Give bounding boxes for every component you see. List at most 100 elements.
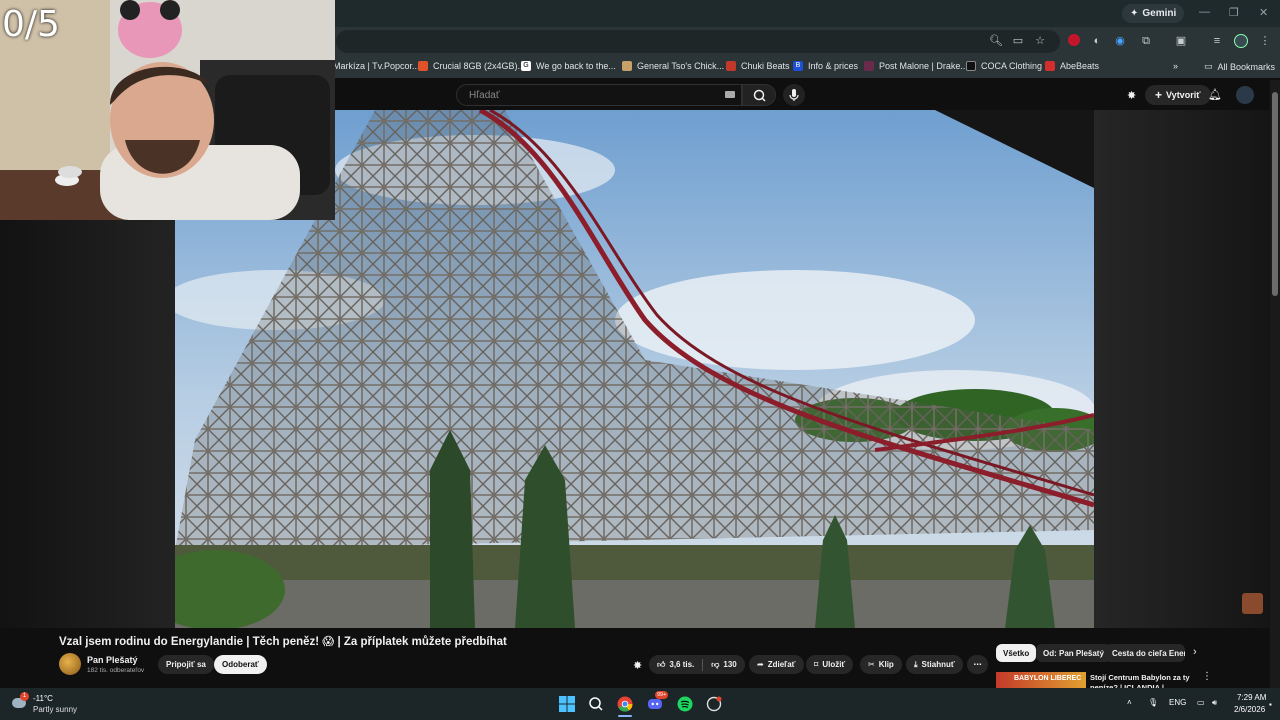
language-indicator[interactable]: ENG — [1169, 698, 1186, 707]
bookmark-item[interactable]: Chuki Beats — [726, 61, 790, 71]
discord-app-icon[interactable]: 99+ — [646, 691, 669, 713]
tab-search-icon[interactable]: ≡ — [1210, 34, 1224, 48]
bookmark-star-icon[interactable]: ☆ — [1033, 34, 1047, 48]
recommendation-thumbnail[interactable]: BABYLON LIBEREC — [996, 672, 1086, 688]
extensions-puzzle-icon[interactable]: ⧉ — [1139, 34, 1153, 48]
bookmarks-overflow-icon[interactable]: » — [1173, 61, 1178, 71]
bookmark-item[interactable]: B Info & prices — [793, 61, 858, 71]
spotify-app-icon[interactable] — [676, 695, 694, 713]
close-icon[interactable]: ✕ — [1259, 6, 1268, 19]
chevron-right-icon[interactable]: › — [1193, 646, 1197, 658]
notification-center-icon[interactable]: ▪ — [1269, 700, 1272, 709]
profile-avatar[interactable] — [1234, 34, 1248, 48]
search-button[interactable] — [742, 84, 776, 106]
search-placeholder: Hľadať — [469, 90, 500, 101]
join-label: Pripojiť sa — [166, 660, 206, 669]
weather-widget[interactable]: 1 — [12, 692, 29, 710]
clock-date[interactable]: 2/6/2026 — [1234, 705, 1265, 714]
bookmark-favicon-icon — [418, 61, 428, 71]
chip-all[interactable]: Všetko — [996, 644, 1037, 662]
microphone-icon — [789, 89, 799, 101]
share-button[interactable]: ➦ Zdieľať — [749, 655, 804, 674]
channel-subscribers: 182 tis. odberateľov — [87, 667, 145, 674]
bookmark-favicon-icon — [622, 61, 632, 71]
create-button[interactable]: + Vytvoriť — [1145, 85, 1211, 105]
download-button[interactable]: ⤓ Stiahnuť — [906, 655, 963, 674]
notifications-bell-icon[interactable]: 🔔︎ — [1208, 88, 1222, 101]
bookmark-favicon-icon: B — [793, 61, 803, 71]
channel-name[interactable]: Pan Plešatý — [87, 655, 138, 665]
volume-icon[interactable]: 🔊︎ — [1212, 698, 1217, 708]
side-panel-icon[interactable]: ▣ — [1174, 34, 1188, 48]
weather-description: Partly sunny — [33, 705, 78, 714]
join-button[interactable]: Pripojiť sa — [158, 655, 214, 674]
bookmark-icon: ⌑ — [814, 660, 819, 669]
bookmark-favicon-icon — [864, 61, 874, 71]
voice-search-button[interactable] — [783, 84, 805, 106]
ask-ai-sparkle-icon[interactable]: ✸ — [633, 659, 642, 672]
chip-from-channel[interactable]: Od: Pan Plešatý — [1036, 644, 1111, 662]
gemini-button[interactable]: ✦ Gemini — [1122, 4, 1185, 23]
recommendation-menu-icon[interactable]: ⋮ — [1202, 671, 1212, 682]
extension-gray-icon[interactable]: ◐ — [1090, 34, 1104, 48]
scissors-icon: ✂ — [868, 660, 875, 669]
plus-icon: + — [1155, 88, 1163, 102]
app-icon[interactable] — [705, 695, 723, 713]
chip-related[interactable]: Cesta do cieľa Energ — [1105, 644, 1185, 662]
bookmark-label: AbeBeats — [1060, 61, 1100, 71]
bookmark-item[interactable]: Crucial 8GB (2x4GB)... — [418, 61, 525, 71]
bookmark-item[interactable]: AbeBeats — [1045, 61, 1099, 71]
clock-time[interactable]: 7:29 AM — [1237, 693, 1266, 702]
magic-sparkle-icon[interactable]: ✸ — [1127, 89, 1136, 102]
channel-avatar[interactable] — [59, 653, 81, 675]
search-input[interactable]: Hľadať — [456, 84, 742, 106]
subscribe-button[interactable]: Odoberať — [214, 655, 267, 674]
bookmark-item[interactable]: COCA Clothing — [966, 61, 1042, 71]
start-windows-icon[interactable] — [558, 695, 576, 713]
page-scrollbar[interactable] — [1270, 80, 1280, 688]
bookmark-item[interactable]: Post Malone | Drake... — [864, 61, 968, 71]
zoom-icon[interactable]: 🔍︎ — [989, 34, 1003, 48]
account-avatar[interactable] — [1236, 86, 1254, 104]
minimize-icon[interactable]: — — [1199, 6, 1210, 18]
subscribe-label: Odoberať — [222, 660, 259, 669]
webcam-overlay: 0/5 — [0, 0, 335, 220]
more-horizontal-icon: ⋯ — [973, 660, 982, 669]
menu-kebab-icon[interactable]: ⋮ — [1258, 34, 1272, 48]
all-bookmarks-button[interactable]: ▭ All Bookmarks — [1204, 61, 1275, 72]
cast-icon[interactable]: ▭ — [1011, 34, 1025, 48]
microphone-tray-icon[interactable]: 🎙︎ — [1148, 698, 1158, 707]
counter-overlay: 0/5 — [2, 4, 60, 45]
download-label: Stiahnuť — [921, 660, 955, 669]
keyboard-icon[interactable] — [725, 91, 735, 98]
taskbar-search-icon[interactable] — [587, 695, 605, 713]
dislike-button[interactable]: 👎︎ 130 — [711, 660, 736, 670]
address-bar[interactable]: 🔍︎ ▭ ☆ — [336, 30, 1060, 53]
extension-blue-icon[interactable]: ◉ — [1113, 34, 1127, 48]
mini-avatar-icon[interactable] — [1242, 593, 1263, 614]
bookmark-item[interactable]: G We go back to the... — [521, 61, 616, 71]
tray-overflow-icon[interactable]: ˄ — [1127, 698, 1132, 707]
clip-button[interactable]: ✂ Klip — [860, 655, 902, 674]
bookmark-item[interactable]: General Tso's Chick... — [622, 61, 724, 71]
search-icon — [753, 89, 766, 102]
screen: ✦ Gemini — ❐ ✕ 🔍︎ ▭ ☆ ◐ ◉ ⧉ ▣ ≡ ⋮ Markíz… — [0, 0, 1280, 720]
discord-badge: 99+ — [655, 691, 669, 699]
extension-red-icon[interactable] — [1067, 34, 1081, 48]
bookmark-item[interactable]: Markíza | Tv.Popcor... — [333, 61, 420, 71]
save-button[interactable]: ⌑ Uložiť — [806, 655, 854, 674]
chrome-app-icon[interactable] — [616, 695, 634, 713]
windows-taskbar — [0, 688, 1280, 720]
clip-label: Klip — [878, 660, 894, 669]
dislike-count: 130 — [723, 660, 737, 669]
bookmark-label: We go back to the... — [536, 61, 616, 71]
more-actions-button[interactable]: ⋯ — [967, 655, 988, 674]
bookmark-label: Info & prices — [808, 61, 859, 71]
google-favicon-icon: G — [521, 61, 531, 71]
restore-icon[interactable]: ❐ — [1229, 6, 1239, 19]
like-button[interactable]: 👍︎ 3,6 tis. — [657, 660, 694, 670]
network-icon[interactable]: ▭ — [1197, 698, 1205, 707]
scrollbar-thumb[interactable] — [1272, 92, 1278, 296]
active-app-indicator — [618, 715, 632, 717]
recommendation-title[interactable]: Stojí Centrum Babylon za ty peníze? | IC… — [1090, 673, 1196, 688]
